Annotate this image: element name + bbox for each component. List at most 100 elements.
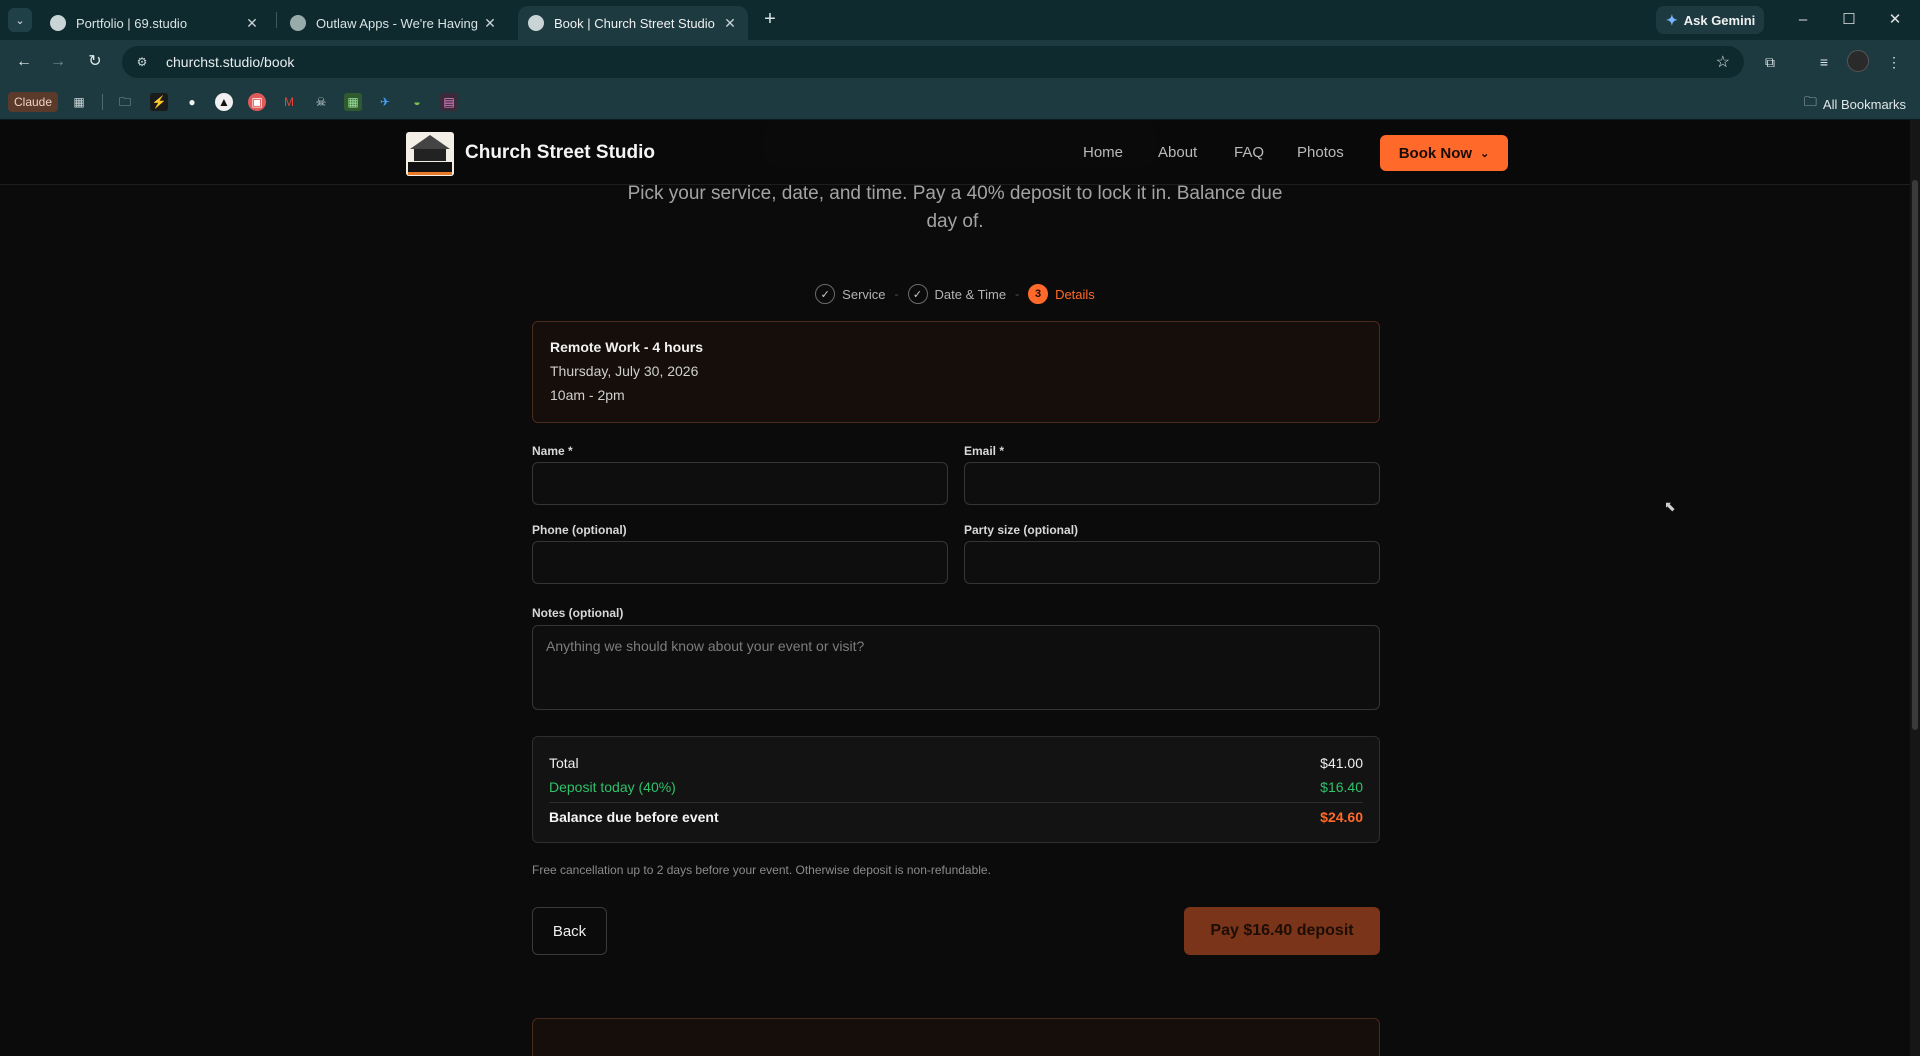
url-text: churchst.studio/book <box>166 54 295 70</box>
bookmark-grid-icon[interactable]: ▤ <box>440 93 458 111</box>
step-service: ✓ Service <box>815 284 886 304</box>
nav-about[interactable]: About <box>1158 144 1197 161</box>
summary-date: Thursday, July 30, 2026 <box>550 363 699 379</box>
globe-favicon-icon <box>528 15 544 31</box>
tab-title: Outlaw Apps - We're Having Fu <box>316 15 482 31</box>
brand-name[interactable]: Church Street Studio <box>465 142 655 164</box>
maximize-icon[interactable]: ☐ <box>1834 8 1864 32</box>
booking-summary-card: Remote Work - 4 hours Thursday, July 30,… <box>532 321 1380 423</box>
page-scrollbar[interactable] <box>1910 120 1920 1056</box>
kebab-menu-icon[interactable]: ⋮ <box>1882 50 1906 74</box>
notes-label: Notes (optional) <box>532 606 624 620</box>
name-field[interactable] <box>532 462 948 505</box>
mouse-cursor-icon: ⬉ <box>1664 498 1676 514</box>
close-tab-icon[interactable]: ✕ <box>482 15 498 32</box>
check-icon: ✓ <box>815 284 836 304</box>
party-size-field[interactable] <box>964 541 1380 584</box>
bookmark-activity-icon[interactable]: ⚡ <box>150 93 168 111</box>
summary-time: 10am - 2pm <box>550 387 625 403</box>
step-date-time: ✓ Date & Time <box>907 284 1007 304</box>
close-tab-icon[interactable]: ✕ <box>244 15 260 32</box>
price-totals-card: Total $41.00 Deposit today (40%) $16.40 … <box>532 736 1380 843</box>
bookmark-globe-icon[interactable]: ◒ <box>408 93 426 111</box>
toolbar: ← → ↻ ⚙ churchst.studio/book ☆ ⧉ ≡ ⋮ <box>0 40 1920 84</box>
tab-portfolio[interactable]: Portfolio | 69.studio ✕ <box>40 6 270 40</box>
close-tab-icon[interactable]: ✕ <box>722 15 738 32</box>
step-separator: - <box>894 287 899 301</box>
gemini-sparkle-icon: ✦ <box>1666 11 1678 28</box>
page-content: Pick your service, date, and time. Pay a… <box>0 120 1920 1056</box>
all-bookmarks-label: All Bookmarks <box>1822 96 1906 112</box>
tab-book-church-street[interactable]: Book | Church Street Studio ✕ <box>518 6 748 40</box>
all-bookmarks-button[interactable]: 🗀 All Bookmarks <box>1804 93 1906 115</box>
booking-steps: ✓ Service - ✓ Date & Time - 3 Details <box>0 284 1910 304</box>
balance-row: Balance due before event $24.60 <box>549 809 1363 825</box>
bookmarks-divider <box>102 94 103 110</box>
forward-arrow-icon[interactable]: → <box>46 50 70 74</box>
pay-deposit-button[interactable]: Pay $16.40 deposit <box>1184 907 1380 955</box>
name-label: Name * <box>532 444 573 458</box>
folder-icon[interactable]: 🗀 <box>116 93 134 111</box>
next-section-card <box>532 1018 1380 1056</box>
email-label: Email * <box>964 444 1005 458</box>
church-street-logo[interactable] <box>406 132 454 176</box>
bookmark-red-icon[interactable]: ▣ <box>248 93 266 111</box>
tab-strip: ⌄ Portfolio | 69.studio ✕ Outlaw Apps - … <box>0 0 1920 40</box>
scrollbar-thumb[interactable] <box>1912 180 1918 730</box>
outlaw-bookmark-icon[interactable]: ☠ <box>312 93 330 111</box>
back-button[interactable]: Back <box>532 907 607 955</box>
profile-avatar-icon[interactable] <box>1846 50 1870 74</box>
address-bar[interactable]: ⚙ churchst.studio/book ☆ <box>122 46 1744 78</box>
balance-value: $24.60 <box>1320 809 1363 825</box>
new-tab-plus-icon[interactable]: + <box>758 8 782 32</box>
folder-icon: 🗀 <box>1803 94 1817 109</box>
nav-photos[interactable]: Photos <box>1297 144 1344 161</box>
panda-favicon-icon <box>50 15 66 31</box>
close-window-icon[interactable]: ✕ <box>1880 8 1910 32</box>
deposit-row: Deposit today (40%) $16.40 <box>549 779 1363 795</box>
bookmark-claude[interactable]: Claude <box>8 92 59 112</box>
sheets-grid-icon[interactable]: ▦ <box>344 93 362 111</box>
party-size-label: Party size (optional) <box>964 523 1079 537</box>
total-value: $41.00 <box>1320 755 1363 771</box>
tab-search-chevron-icon[interactable]: ⌄ <box>8 8 32 32</box>
summary-service: Remote Work - 4 hours <box>550 339 703 355</box>
notes-textarea[interactable]: Anything we should know about your event… <box>532 625 1380 710</box>
outlaw-favicon-icon <box>290 15 306 31</box>
balance-label: Balance due before event <box>549 809 719 825</box>
extensions-icon[interactable]: ⧉ <box>1758 50 1782 74</box>
booking-subtitle: Pick your service, date, and time. Pay a… <box>627 183 1283 232</box>
tab-title: Portfolio | 69.studio <box>76 15 188 31</box>
bookmark-bird-icon[interactable]: ✈ <box>376 93 394 111</box>
tab-outlaw-apps[interactable]: Outlaw Apps - We're Having Fu ✕ <box>280 6 508 40</box>
bookmark-star-icon[interactable]: ☆ <box>1716 52 1730 72</box>
email-field[interactable] <box>964 462 1380 505</box>
apps-grid-icon[interactable]: ▦ <box>70 93 88 111</box>
cancellation-policy: Free cancellation up to 2 days before yo… <box>532 863 991 877</box>
ask-gemini-button[interactable]: ✦ Ask Gemini <box>1656 6 1764 34</box>
back-arrow-icon[interactable]: ← <box>12 50 36 74</box>
triangle-logo-icon[interactable]: ▲ <box>215 93 233 111</box>
tab-separator <box>276 12 277 28</box>
bookmarks-bar: Claude ▦ 🗀 ⚡ ● ▲ ▣ M ☠ ▦ ✈ ◒ ▤ 🗀 All Boo… <box>0 84 1920 120</box>
step-label: Date & Time <box>934 286 1007 302</box>
github-icon[interactable]: ● <box>183 93 201 111</box>
nav-faq[interactable]: FAQ <box>1234 144 1264 161</box>
media-controls-icon[interactable]: ≡ <box>1812 50 1836 74</box>
site-header: Church Street Studio Home About FAQ Phot… <box>0 120 1910 185</box>
deposit-value: $16.40 <box>1320 779 1363 795</box>
phone-field[interactable] <box>532 541 948 584</box>
site-settings-icon[interactable]: ⚙ <box>132 55 152 69</box>
tab-title: Book | Church Street Studio <box>554 15 715 31</box>
step-details: 3 Details <box>1028 284 1095 304</box>
reload-icon[interactable]: ↻ <box>83 50 107 74</box>
minimize-icon[interactable]: – <box>1788 8 1818 32</box>
step-number: 3 <box>1028 284 1049 304</box>
nav-home[interactable]: Home <box>1083 144 1123 161</box>
deposit-label: Deposit today (40%) <box>549 779 676 795</box>
step-separator: - <box>1015 287 1020 301</box>
gmail-icon[interactable]: M <box>280 93 298 111</box>
check-icon: ✓ <box>907 284 928 304</box>
step-label: Service <box>842 286 886 302</box>
book-now-button[interactable]: Book Now ⌄ <box>1380 135 1508 171</box>
